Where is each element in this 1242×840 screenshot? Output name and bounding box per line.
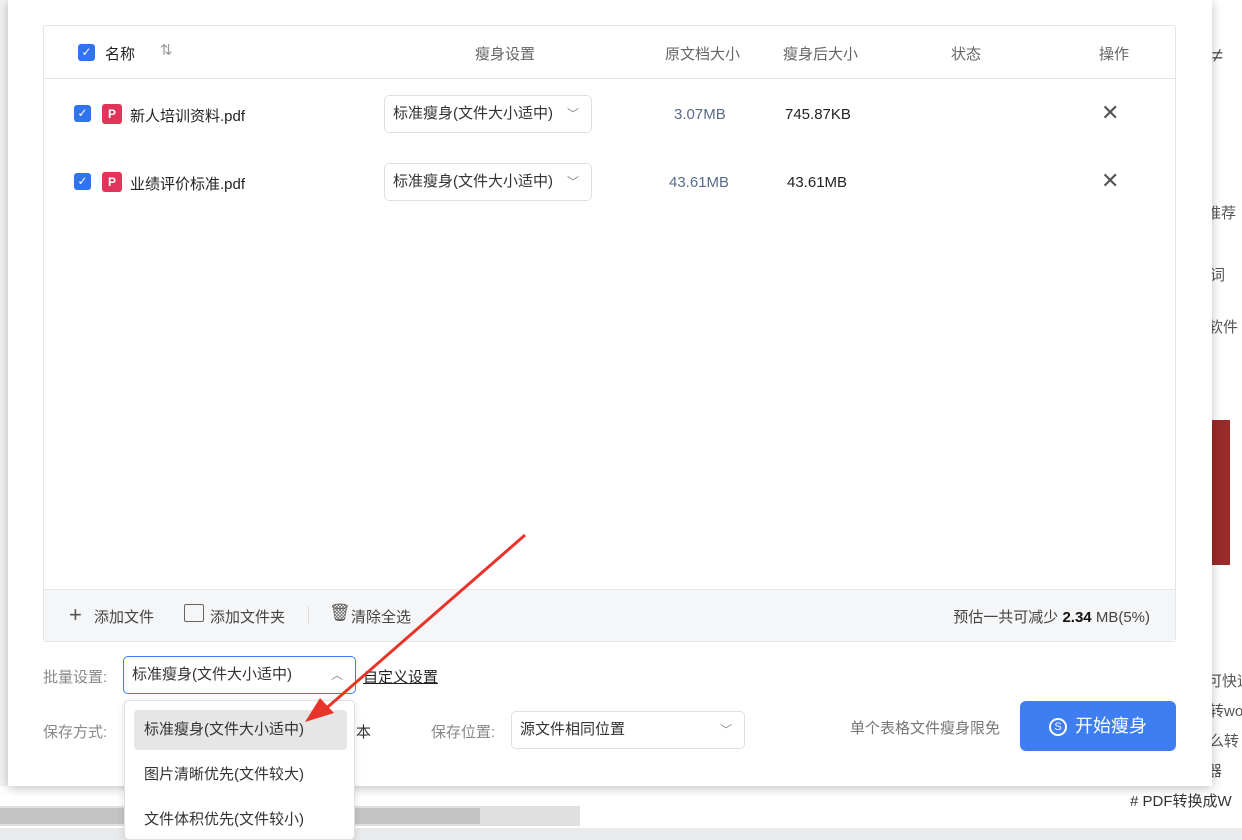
annotation-arrow bbox=[305, 533, 526, 722]
